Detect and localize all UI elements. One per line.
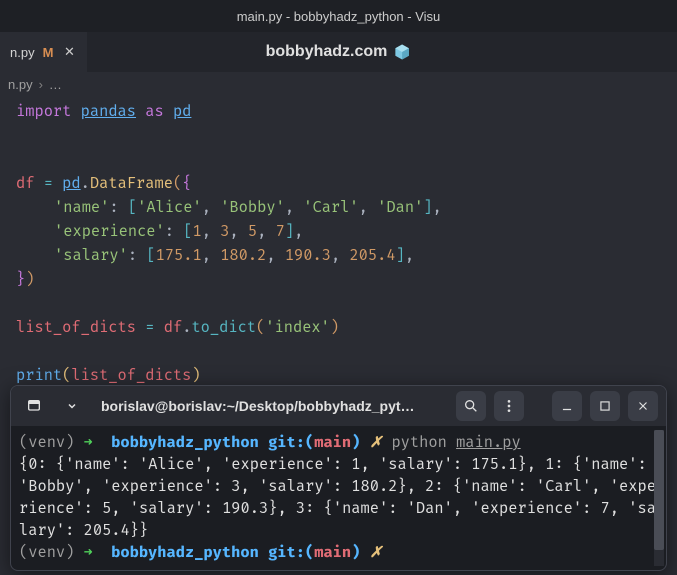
code-line [16, 340, 661, 364]
tab-row: n.py M ✕ bobbyhadz.com [0, 32, 677, 72]
minimize-button[interactable] [552, 391, 582, 421]
terminal-body[interactable]: (venv) ➜ bobbyhadz_python git:(main) ✗ p… [11, 426, 666, 570]
breadcrumb-more: … [49, 77, 62, 92]
code-line: df = pd.DataFrame({ [16, 172, 661, 196]
banner: bobbyhadz.com [266, 43, 412, 61]
code-line: list_of_dicts = df.to_dict('index') [16, 316, 661, 340]
terminal-output: {0: {'name': 'Alice', 'experience': 1, '… [19, 455, 656, 540]
breadcrumb[interactable]: n.py › … [0, 72, 677, 96]
code-line: 'salary': [175.1, 180.2, 190.3, 205.4], [16, 244, 661, 268]
window-titlebar: main.py - bobbyhadz_python - Visu [0, 0, 677, 32]
code-line: }) [16, 268, 661, 292]
window-title: main.py - bobbyhadz_python - Visu [237, 9, 441, 24]
terminal-header: borislav@borislav:~/Desktop/bobbyhadz_py… [11, 386, 666, 426]
scroll-thumb[interactable] [654, 430, 664, 550]
code-line: 'name': ['Alice', 'Bobby', 'Carl', 'Dan'… [16, 196, 661, 220]
code-line [16, 124, 661, 148]
code-line: 'experience': [1, 3, 5, 7], [16, 220, 661, 244]
banner-text: bobbyhadz.com [266, 43, 388, 61]
prompt-arrow: ➜ [84, 433, 93, 452]
tab-filename: n.py [10, 45, 35, 60]
prompt-venv: (venv) [19, 433, 74, 452]
dropdown-button[interactable] [57, 391, 87, 421]
prompt-file: main.py [456, 433, 521, 452]
search-button[interactable] [456, 391, 486, 421]
close-button[interactable] [628, 391, 658, 421]
code-line [16, 292, 661, 316]
code-editor[interactable]: import pandas as pd df = pd.DataFrame({ … [0, 96, 677, 392]
code-line [16, 148, 661, 172]
cube-icon [393, 43, 411, 61]
breadcrumb-sep: › [39, 77, 43, 92]
menu-button[interactable] [494, 391, 524, 421]
breadcrumb-file: n.py [8, 77, 33, 92]
prompt-branch: main [314, 433, 351, 452]
prompt-dir: bobbyhadz_python [111, 433, 259, 452]
terminal-panel: borislav@borislav:~/Desktop/bobbyhadz_py… [10, 385, 667, 571]
terminal-scrollbar[interactable] [654, 430, 664, 566]
close-icon[interactable]: ✕ [61, 44, 77, 60]
terminal-title: borislav@borislav:~/Desktop/bobbyhadz_py… [95, 398, 448, 414]
prompt-dirty: ✗ [370, 433, 383, 452]
code-line: import pandas as pd [16, 100, 661, 124]
prompt-cmd: python [391, 433, 446, 452]
maximize-button[interactable] [590, 391, 620, 421]
prompt-git: git:( [268, 433, 314, 452]
tab-main-py[interactable]: n.py M ✕ [0, 32, 87, 72]
new-tab-button[interactable] [19, 391, 49, 421]
tab-modified-badge: M [43, 45, 54, 60]
